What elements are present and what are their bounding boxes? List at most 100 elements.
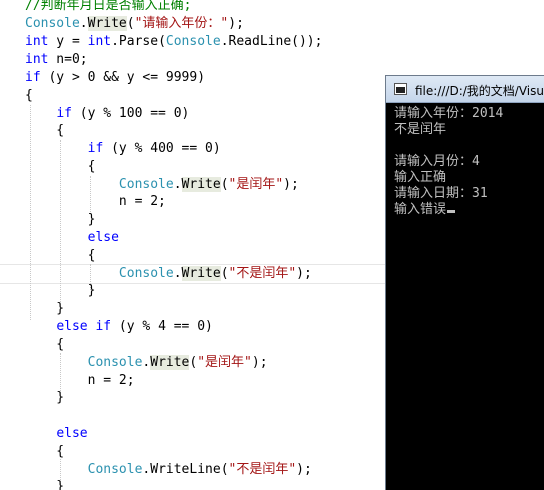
code-token: "不是闰年" — [228, 266, 297, 281]
console-line: 请输入日期：31 — [394, 186, 488, 201]
code-line[interactable]: else if (y % 4 == 0) — [25, 318, 213, 336]
code-line[interactable]: if (y % 400 == 0) — [25, 140, 221, 158]
code-token: Console — [118, 266, 174, 281]
code-token: "是闰年" — [197, 355, 252, 370]
code-token: int — [25, 34, 49, 49]
code-token: ); — [251, 355, 268, 370]
code-token: y = — [48, 34, 88, 49]
code-token: ); — [228, 16, 244, 31]
code-line[interactable]: if (y % 100 == 0) — [25, 105, 189, 123]
code-token: "是闰年" — [228, 177, 284, 192]
code-token: int — [87, 34, 112, 49]
console-window[interactable]: file:///D:/我的文档/Visu 请输入年份：2014 不是闰年 请输入… — [385, 75, 544, 490]
code-line[interactable]: { — [25, 247, 96, 265]
code-token: Write — [181, 177, 221, 192]
code-token: { — [25, 444, 65, 459]
code-token: ( — [220, 177, 229, 192]
code-token: n = 2; — [25, 373, 135, 388]
console-title: file:///D:/我的文档/Visu — [415, 84, 544, 98]
code-token: } — [25, 479, 65, 490]
code-token: } — [25, 390, 65, 405]
code-token: { — [25, 248, 96, 263]
code-token: (y % 4 == 0) — [111, 319, 213, 334]
code-token: "请输入年份：" — [134, 16, 229, 31]
code-line[interactable]: else — [25, 229, 119, 247]
code-line[interactable]: { — [25, 443, 64, 461]
code-line[interactable]: //判断年月日是否输入正确; — [25, 0, 191, 15]
code-line[interactable]: if (y > 0 && y <= 9999) — [25, 69, 205, 87]
code-token: ); — [283, 177, 299, 192]
code-line[interactable]: { — [25, 336, 64, 354]
code-line[interactable]: } — [25, 282, 96, 300]
code-token: n = 2; — [25, 194, 166, 209]
code-line[interactable]: Console.Write("是闰年"); — [25, 176, 299, 194]
console-line-text: 输入错误 — [394, 202, 447, 217]
code-token: .ReadLine()); — [220, 34, 323, 49]
code-token: Console — [87, 462, 143, 477]
code-token: if — [56, 106, 72, 121]
code-token: Console — [118, 177, 174, 192]
code-token: if — [25, 70, 41, 85]
code-token: . — [79, 16, 88, 31]
code-token: (y > 0 && y <= 9999) — [40, 70, 206, 85]
code-line[interactable]: } — [25, 478, 64, 490]
code-token: } — [25, 301, 65, 316]
code-token: if — [87, 141, 104, 156]
code-token: "不是闰年" — [228, 462, 297, 477]
code-token: //判断年月日是否输入正确; — [25, 0, 192, 13]
code-line[interactable]: Console.Write("不是闰年"); — [25, 265, 312, 283]
code-token: } — [25, 283, 96, 298]
code-token: ); — [296, 462, 312, 477]
code-token: ( — [220, 266, 229, 281]
code-line[interactable]: } — [25, 211, 96, 229]
code-line[interactable]: Console.Write("请输入年份："); — [25, 15, 244, 33]
code-line[interactable]: n = 2; — [25, 193, 166, 211]
code-token: .WriteLine( — [142, 462, 229, 477]
code-line[interactable]: Console.Write("是闰年"); — [25, 354, 268, 372]
code-line[interactable]: int n=0; — [25, 51, 88, 69]
code-line[interactable]: } — [25, 389, 64, 407]
code-token: if — [95, 319, 112, 334]
code-token: n=0; — [48, 52, 88, 67]
code-token: Console — [165, 34, 221, 49]
console-line: 不是闰年 — [394, 122, 447, 137]
code-token: { — [25, 123, 65, 138]
code-token: { — [25, 88, 33, 103]
code-token: else — [56, 426, 88, 441]
code-line[interactable]: n = 2; — [25, 372, 135, 390]
console-output: 请输入年份：2014 不是闰年 请输入月份：4 输入正确 请输入日期：31 输入… — [394, 106, 544, 218]
code-token: ( — [126, 16, 135, 31]
console-line: 请输入月份：4 — [394, 154, 480, 169]
code-line[interactable]: { — [25, 122, 64, 140]
code-line[interactable]: else — [25, 425, 88, 443]
code-line[interactable]: { — [25, 87, 33, 105]
code-token: . — [173, 177, 182, 192]
code-line[interactable]: } — [25, 300, 64, 318]
console-app-icon[interactable] — [394, 83, 407, 95]
code-token: ); — [296, 266, 312, 281]
console-cursor — [447, 210, 456, 213]
screen: //判断年月日是否输入正确; Console.Write("请输入年份："); … — [0, 0, 544, 490]
code-token: { — [25, 159, 96, 174]
code-token: . — [173, 266, 182, 281]
code-line[interactable]: Console.WriteLine("不是闰年"); — [25, 461, 312, 479]
code-token: .Parse( — [111, 34, 166, 49]
code-token: Console — [25, 16, 80, 31]
code-token: (y % 400 == 0) — [103, 141, 221, 156]
code-token: Write — [150, 355, 190, 370]
console-line-last: 输入错误 — [394, 202, 544, 218]
code-line[interactable]: int y = int.Parse(Console.ReadLine()); — [25, 33, 322, 51]
code-token: else — [56, 319, 88, 334]
code-token: } — [25, 212, 96, 227]
code-token: (y % 100 == 0) — [71, 106, 190, 121]
code-token: { — [25, 337, 65, 352]
console-titlebar[interactable]: file:///D:/我的文档/Visu — [386, 76, 544, 103]
code-line[interactable]: { — [25, 158, 96, 176]
